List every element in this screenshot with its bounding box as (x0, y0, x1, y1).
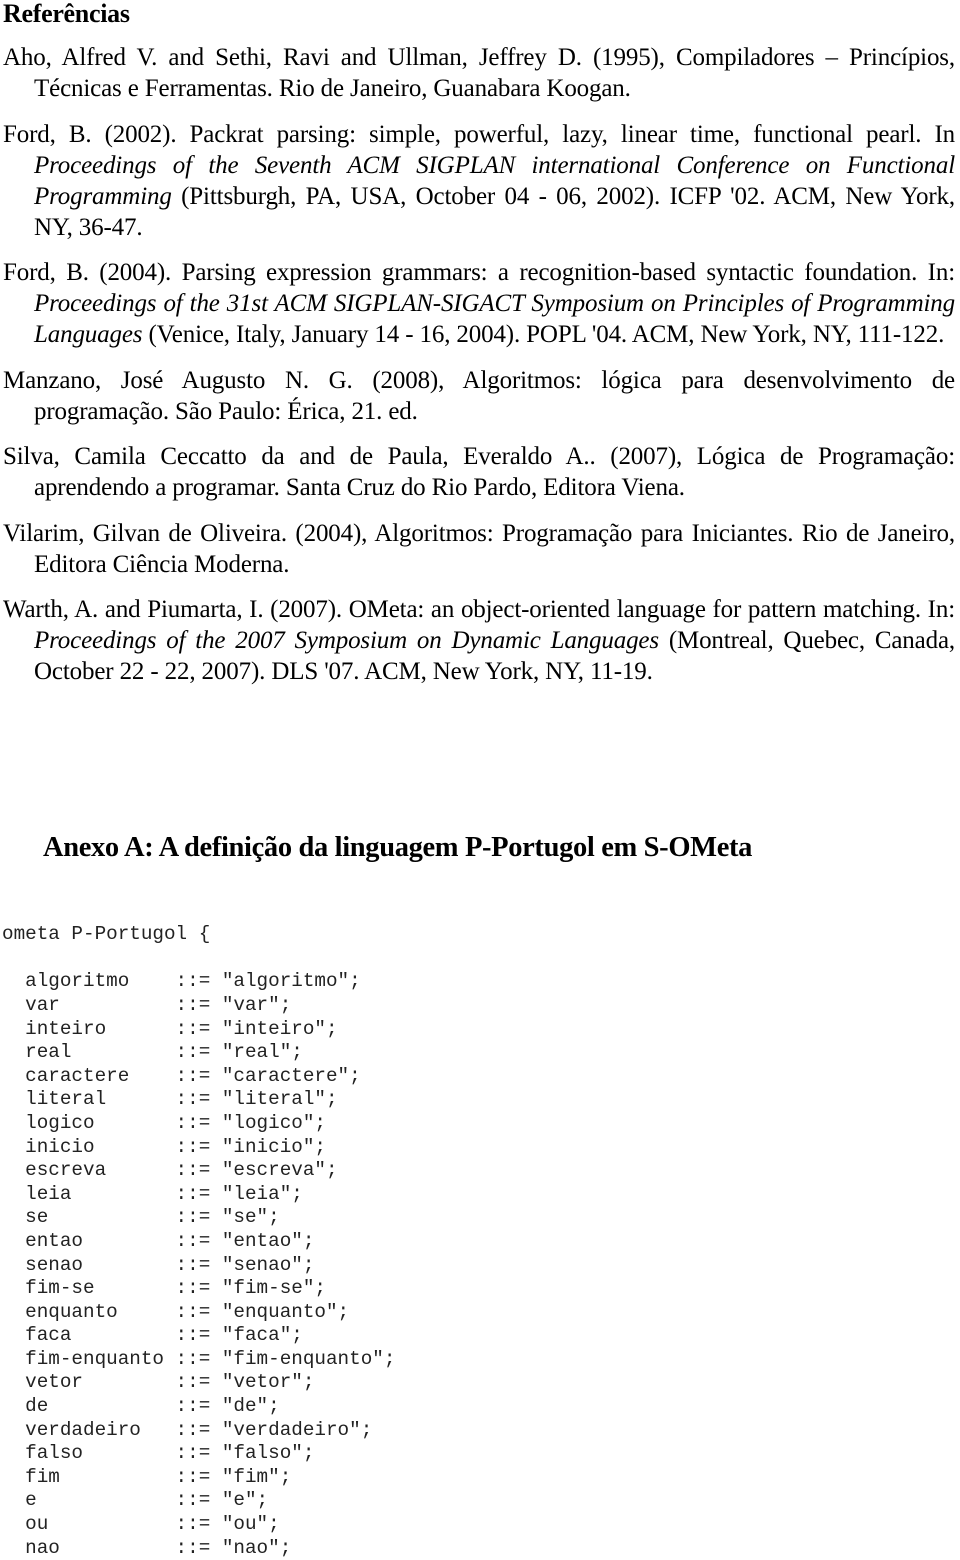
rule-value: "fim"; (221, 1465, 292, 1488)
rule-value: "literal"; (221, 1088, 338, 1111)
rule-name: falso ::= (2, 1442, 222, 1465)
reference-text: Warth, A. and Piumarta, I. (2007). OMeta… (3, 596, 955, 623)
rule-value: "entao"; (221, 1229, 315, 1252)
rule-name: ou ::= (2, 1513, 222, 1536)
grammar-rule: verdadeiro ::= "verdadeiro"; (2, 1419, 395, 1443)
rule-value: "real"; (221, 1041, 303, 1064)
reference-text: (Venice, Italy, January 14 - 16, 2004). … (142, 321, 945, 348)
rule-name: fim ::= (2, 1465, 222, 1488)
grammar-rule: fim-enquanto ::= "fim-enquanto"; (2, 1348, 395, 1372)
rule-value: "e"; (221, 1489, 269, 1512)
rule-value: "verdadeiro"; (221, 1418, 373, 1441)
rule-value: "vetor"; (221, 1371, 315, 1394)
grammar-rule: de ::= "de"; (2, 1395, 395, 1419)
grammar-rule: escreva ::= "escreva"; (2, 1159, 395, 1183)
rule-value: "faca"; (221, 1324, 303, 1347)
rule-name: logico ::= (2, 1111, 222, 1134)
rule-name: caractere ::= (2, 1064, 222, 1087)
rule-value: "enquanto"; (221, 1300, 350, 1323)
rule-name: fim-se ::= (2, 1277, 222, 1300)
reference-text: Silva, Camila Ceccatto da and de Paula, … (3, 443, 955, 501)
grammar-rule: leia ::= "leia"; (2, 1183, 395, 1207)
rule-name: enquanto ::= (2, 1300, 222, 1323)
rule-name: vetor ::= (2, 1371, 222, 1394)
rule-name: literal ::= (2, 1088, 222, 1111)
grammar-rule: fim ::= "fim"; (2, 1466, 395, 1490)
grammar-rule: caractere ::= "caractere"; (2, 1065, 395, 1089)
rule-name: faca ::= (2, 1324, 222, 1347)
reference-entry: Vilarim, Gilvan de Oliveira. (2004), Alg… (0, 518, 955, 580)
reference-entry: Manzano, José Augusto N. G. (2008), Algo… (0, 365, 955, 427)
rule-value: "algoritmo"; (221, 970, 361, 993)
grammar-rule: algoritmo ::= "algoritmo"; (2, 970, 395, 994)
grammar-rule: entao ::= "entao"; (2, 1230, 395, 1254)
rule-value: "senao"; (221, 1253, 315, 1276)
rule-name: fim-enquanto ::= (2, 1347, 222, 1370)
reference-entry: Ford, B. (2004). Parsing expression gram… (0, 257, 955, 350)
grammar-rule: inteiro ::= "inteiro"; (2, 1018, 395, 1042)
code-block: ometa P-Portugol { algoritmo ::= "algori… (2, 876, 395, 1560)
rule-name: e ::= (2, 1489, 222, 1512)
code-header: ometa P-Portugol { (2, 923, 211, 946)
grammar-rule: ou ::= "ou"; (2, 1513, 395, 1537)
reference-entry: Warth, A. and Piumarta, I. (2007). OMeta… (0, 594, 955, 687)
rule-value: "var"; (221, 993, 292, 1016)
rule-value: "logico"; (221, 1111, 326, 1134)
reference-text: Ford, B. (2004). Parsing expression gram… (3, 259, 955, 286)
rule-name: senao ::= (2, 1253, 222, 1276)
references-heading: Referências (3, 0, 130, 28)
reference-text: Manzano, José Augusto N. G. (2008), Algo… (3, 366, 955, 425)
rule-value: "inicio"; (221, 1135, 326, 1158)
rule-value: "fim-enquanto"; (221, 1347, 396, 1370)
grammar-rule: senao ::= "senao"; (2, 1254, 395, 1278)
reference-venue: Proceedings of the 2007 Symposium on Dyn… (34, 627, 659, 654)
rule-value: "nao"; (221, 1536, 292, 1559)
grammar-rule: enquanto ::= "enquanto"; (2, 1301, 395, 1325)
rule-name: verdadeiro ::= (2, 1418, 222, 1441)
rule-name: entao ::= (2, 1229, 222, 1252)
rule-value: "falso"; (221, 1442, 315, 1465)
rule-name: leia ::= (2, 1182, 222, 1205)
reference-entry: Ford, B. (2002). Packrat parsing: simple… (0, 119, 955, 243)
rule-value: "caractere"; (221, 1064, 361, 1087)
rule-name: nao ::= (2, 1536, 222, 1559)
rule-value: "escreva"; (221, 1159, 338, 1182)
grammar-rule: logico ::= "logico"; (2, 1112, 395, 1136)
rule-value: "inteiro"; (221, 1017, 338, 1040)
reference-text: Vilarim, Gilvan de Oliveira. (2004), Alg… (3, 519, 955, 578)
rule-value: "se"; (221, 1206, 280, 1229)
grammar-rule: var ::= "var"; (2, 994, 395, 1018)
grammar-rule: fim-se ::= "fim-se"; (2, 1277, 395, 1301)
rule-name: escreva ::= (2, 1159, 222, 1182)
reference-entry: Aho, Alfred V. and Sethi, Ravi and Ullma… (0, 42, 955, 104)
rule-name: algoritmo ::= (2, 970, 222, 993)
reference-text: (Pittsburgh, PA, USA, October 04 - 06, 2… (34, 182, 955, 241)
grammar-rule: inicio ::= "inicio"; (2, 1136, 395, 1160)
rule-value: "de"; (221, 1395, 280, 1418)
grammar-rule: se ::= "se"; (2, 1206, 395, 1230)
annex-title: Anexo A: A definição da linguagem P-Port… (43, 832, 753, 863)
references-list: Aho, Alfred V. and Sethi, Ravi and Ullma… (0, 42, 955, 702)
rule-name: real ::= (2, 1041, 222, 1064)
rule-name: var ::= (2, 993, 222, 1016)
rule-name: se ::= (2, 1206, 222, 1229)
reference-entry: Silva, Camila Ceccatto da and de Paula, … (0, 441, 955, 503)
grammar-rule: faca ::= "faca"; (2, 1324, 395, 1348)
rule-value: "leia"; (221, 1182, 303, 1205)
grammar-rule: real ::= "real"; (2, 1041, 395, 1065)
rule-name: de ::= (2, 1395, 222, 1418)
grammar-rule: literal ::= "literal"; (2, 1088, 395, 1112)
rule-name: inteiro ::= (2, 1017, 222, 1040)
reference-text: Ford, B. (2002). Packrat parsing: simple… (3, 120, 955, 148)
grammar-rule: nao ::= "nao"; (2, 1537, 395, 1560)
rule-value: "ou"; (221, 1513, 280, 1536)
grammar-rule: vetor ::= "vetor"; (2, 1371, 395, 1395)
reference-text: Aho, Alfred V. and Sethi, Ravi and Ullma… (3, 44, 955, 102)
grammar-rule: e ::= "e"; (2, 1489, 395, 1513)
rule-name: inicio ::= (2, 1135, 222, 1158)
rule-value: "fim-se"; (221, 1277, 326, 1300)
grammar-rule: falso ::= "falso"; (2, 1442, 395, 1466)
